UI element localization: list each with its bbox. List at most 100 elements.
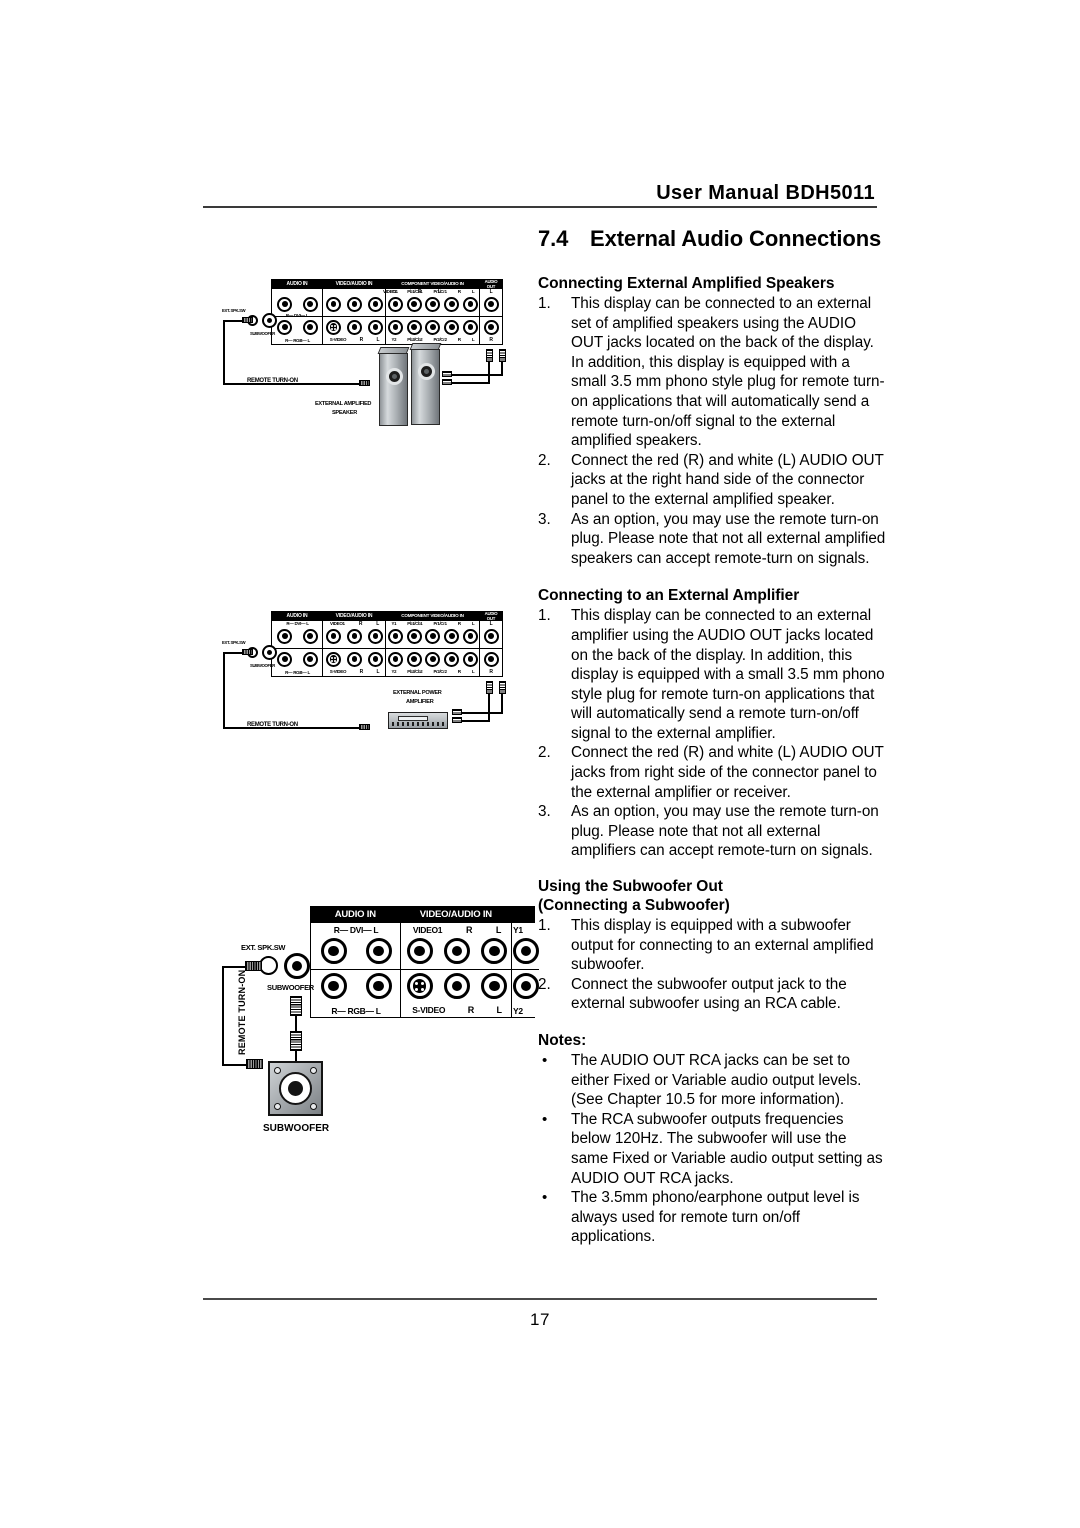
jack-pb2[interactable] (406, 319, 422, 335)
cable-rca-r-h (457, 712, 503, 714)
jack-rgb-r[interactable] (277, 319, 293, 335)
jack-y2[interactable] (513, 973, 539, 999)
cable-rca-l-h (446, 382, 490, 384)
jack-comp2-l[interactable] (463, 651, 479, 667)
list-marker: 1. (538, 295, 551, 312)
panel-group-title: AUDIO IN (272, 280, 322, 289)
jack-dvi-l[interactable] (365, 938, 392, 964)
jack-svideo-r[interactable] (347, 319, 362, 335)
diagram-subwoofer: AUDIO IN R— DVI— L R— RGB— L VIDEO/AUDIO… (205, 900, 539, 1155)
jack-label: L (495, 925, 502, 935)
section-heading: 7.4 External Audio Connections (538, 226, 886, 252)
jack-comp1-r[interactable] (444, 628, 460, 644)
list-text: Connect the subwoofer output jack to the… (571, 975, 847, 1013)
jack-audio-out-l[interactable] (483, 628, 499, 644)
jack-audio-out-r[interactable] (483, 319, 499, 335)
panel-row-video-bottom (323, 316, 386, 337)
jack-rgb-l[interactable] (302, 319, 318, 335)
list-marker: 2. (538, 975, 551, 993)
jack-audio-out-l[interactable] (483, 296, 499, 312)
jack-video1[interactable] (326, 296, 341, 312)
jack-video1[interactable] (406, 938, 433, 964)
jack-pb1[interactable] (406, 628, 422, 644)
panel-group-component: Y1 Y2 (512, 907, 539, 1017)
jack-y2[interactable] (387, 651, 403, 667)
jack-video-l[interactable] (368, 296, 383, 312)
header-title: User Manual BDH5011 (656, 182, 875, 204)
jack-dvi-l[interactable] (302, 628, 318, 644)
jack-video-r[interactable] (347, 296, 362, 312)
jack-pr2[interactable] (425, 319, 441, 335)
jack-video1[interactable] (326, 628, 341, 644)
panel-row-component-top (513, 935, 539, 967)
s-video-icon[interactable] (406, 973, 433, 999)
panel-jacks-rgb (311, 969, 401, 1002)
list-marker: • (542, 1110, 548, 1128)
jack-svideo-l[interactable] (368, 651, 383, 667)
list-text: This display is equipped with a subwoofe… (571, 917, 874, 974)
jack-comp2-l[interactable] (463, 319, 479, 335)
ext-spk-sw-label: EXT. SPK.SW (222, 640, 246, 645)
jack-dvi-l[interactable] (302, 296, 318, 312)
jack-subwoofer-out[interactable] (262, 645, 277, 660)
panel-group-video-audio-in: VIDEO/AUDIO IN VIDEO1 R L S-VIDEO R L (323, 612, 386, 676)
list-item: 1. This display can be connected to an ex… (538, 606, 886, 743)
jack-comp1-r[interactable] (444, 296, 460, 312)
ext-spk-sw-label: EXT. SPK.SW (241, 943, 286, 952)
jack-pr2[interactable] (425, 651, 441, 667)
panel-group-title: AUDIO OUT (480, 280, 502, 289)
jack-dvi-r[interactable] (277, 296, 293, 312)
s-video-icon[interactable] (326, 319, 341, 335)
jack-pb2[interactable] (406, 651, 422, 667)
jack-comp1-l[interactable] (463, 628, 479, 644)
jack-label: R— RGB— L (285, 669, 310, 675)
jack-video-r[interactable] (347, 628, 362, 644)
panel-group-component: COMPONENT VIDEO/AUDIO IN Y1 Pb1/Cb1 Pr1/… (386, 612, 480, 676)
plug-remote-left (242, 317, 253, 323)
steps-subwoofer: 1. This display is equipped with a subwoo… (538, 916, 886, 1014)
list-item: 2. Connect the red (R) and white (L) AUDI… (538, 451, 886, 510)
list-item: 3. As an option, you may use the remote t… (538, 802, 886, 861)
jack-rgb-l[interactable] (365, 973, 392, 999)
jack-pr1[interactable] (425, 628, 441, 644)
jack-svideo-r[interactable] (347, 651, 362, 667)
jack-label: R (359, 337, 364, 343)
jack-video-l[interactable] (368, 628, 383, 644)
jack-subwoofer-out[interactable] (262, 313, 277, 328)
jack-rgb-l[interactable] (302, 651, 318, 667)
jack-comp1-l[interactable] (463, 296, 479, 312)
jack-y1[interactable] (387, 628, 403, 644)
jack-dvi-r[interactable] (320, 938, 347, 964)
subheading-external-amplifier: Connecting to an External Amplifier (538, 587, 800, 605)
jack-video-r[interactable] (443, 938, 470, 964)
jack-video-l[interactable] (481, 938, 508, 964)
jack-y1[interactable] (387, 296, 403, 312)
jack-label: R— RGB— L (285, 337, 310, 343)
remote-turn-on-label: REMOTE TURN-ON (247, 378, 298, 384)
plug-remote-top (245, 961, 262, 971)
jack-subwoofer-out[interactable] (284, 953, 310, 979)
rca-plug-top (290, 996, 302, 1016)
device-label-line2: SPEAKER (332, 410, 357, 416)
rca-plug-l (486, 681, 493, 694)
jack-rgb-r[interactable] (277, 651, 293, 667)
s-video-icon[interactable] (326, 651, 341, 667)
jack-dvi-r[interactable] (277, 628, 293, 644)
jack-svideo-l[interactable] (481, 973, 508, 999)
panel-jacks-dvi (272, 294, 323, 314)
jack-y2[interactable] (387, 319, 403, 335)
jack-comp2-r[interactable] (444, 319, 460, 335)
jack-svideo-l[interactable] (368, 319, 383, 335)
plug-remote-bottom (246, 1059, 263, 1069)
rca-connector-top (452, 709, 462, 715)
jack-comp2-r[interactable] (444, 651, 460, 667)
jack-svideo-r[interactable] (443, 973, 470, 999)
jack-rgb-r[interactable] (320, 973, 347, 999)
list-item: 2. Connect the subwoofer output jack to t… (538, 975, 886, 1014)
jack-y1[interactable] (513, 938, 539, 964)
list-text: As an option, you may use the remote tur… (571, 510, 886, 567)
jack-audio-out-r[interactable] (483, 651, 499, 667)
jack-pr1[interactable] (425, 296, 441, 312)
panel-group-title: COMPONENT VIDEO/AUDIO IN (386, 612, 479, 621)
jack-pb1[interactable] (406, 296, 422, 312)
